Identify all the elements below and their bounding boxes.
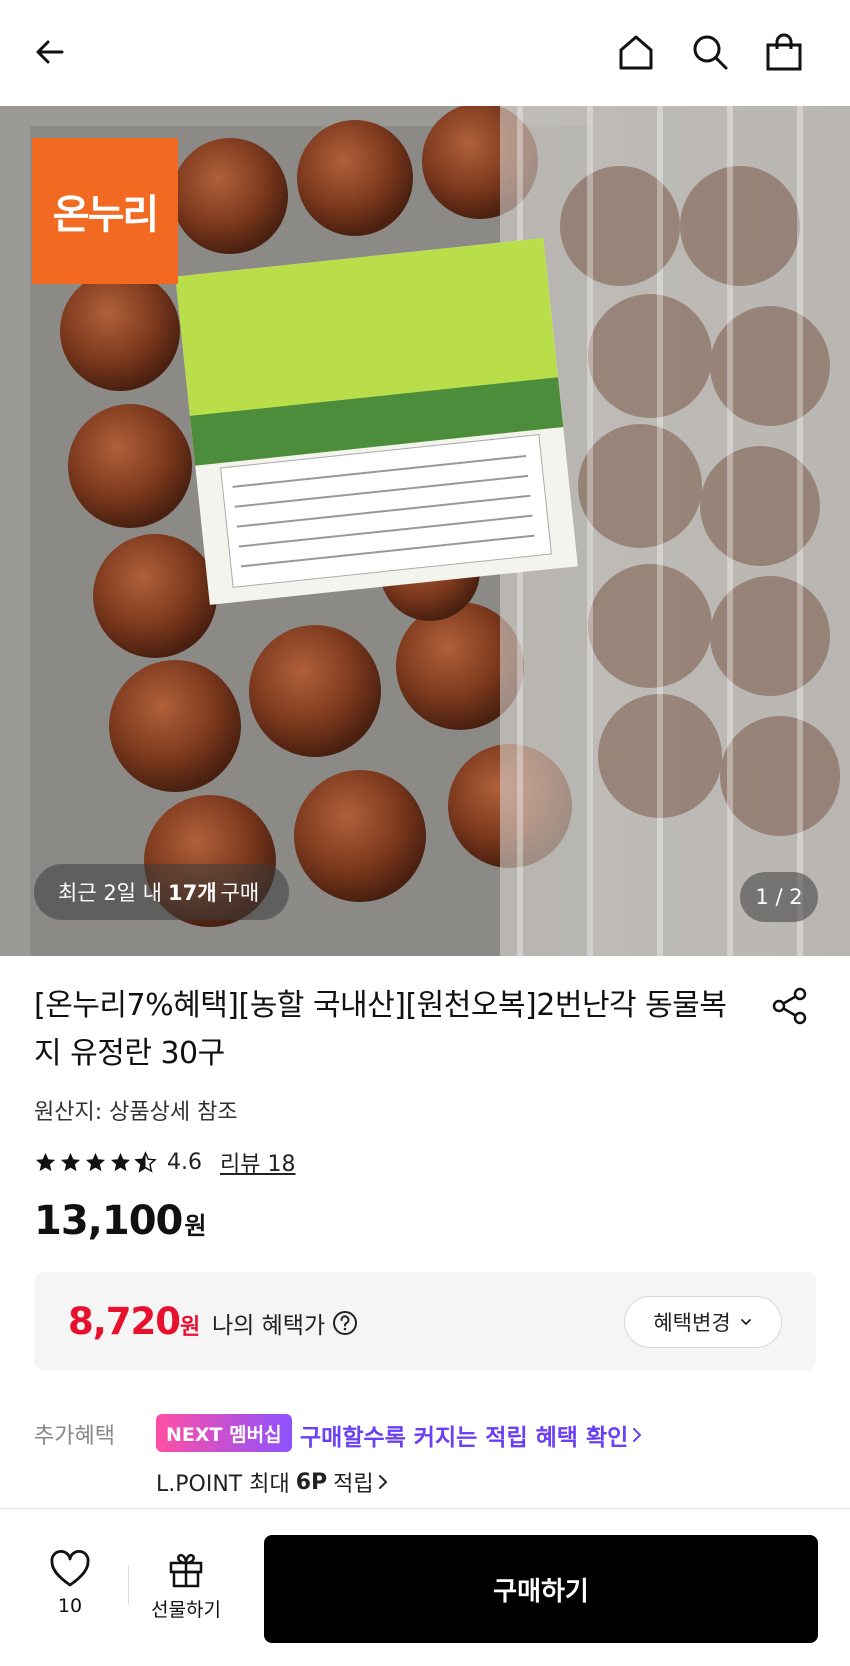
chevron-right-icon xyxy=(633,1428,642,1442)
star-icon xyxy=(35,1152,56,1171)
benefit-change-button[interactable]: 혜택변경 xyxy=(624,1296,782,1348)
benefit-price-box: 8,720원 나의 혜택가 혜택변경 xyxy=(34,1272,816,1370)
image-page-indicator: 1 / 2 xyxy=(740,872,818,922)
home-button[interactable] xyxy=(612,28,660,76)
extra-benefit-label: 추가혜택 xyxy=(34,1424,115,1449)
heart-icon xyxy=(50,1550,90,1587)
arrow-left-icon xyxy=(36,40,64,64)
share-icon xyxy=(772,987,807,1025)
product-price: 13,100원 xyxy=(34,1198,206,1244)
next-membership-link[interactable]: 구매할수록 커지는 적립 혜택 확인 xyxy=(300,1418,646,1452)
star-icon xyxy=(110,1152,131,1171)
top-header xyxy=(0,0,850,106)
brand-badge: 온누리 xyxy=(32,138,178,284)
product-image[interactable]: 온누리 최근 2일 내 17개 구매 1 / 2 xyxy=(0,106,850,956)
next-membership-badge: NEXT 멤버십 xyxy=(156,1414,292,1452)
star-icon xyxy=(60,1152,81,1171)
recent-purchase-badge: 최근 2일 내 17개 구매 xyxy=(34,864,290,920)
shopping-bag-icon xyxy=(766,33,802,71)
gift-button[interactable]: 선물하기 xyxy=(144,1549,228,1622)
home-icon xyxy=(619,35,653,70)
search-icon xyxy=(693,35,728,70)
help-icon[interactable] xyxy=(331,1309,359,1337)
origin-info: 원산지: 상품상세 참조 xyxy=(34,1100,238,1125)
benefit-label: 나의 혜택가 xyxy=(212,1306,359,1340)
star-icon xyxy=(85,1152,106,1171)
share-button[interactable] xyxy=(768,984,812,1028)
search-button[interactable] xyxy=(686,28,734,76)
back-button[interactable] xyxy=(26,28,74,76)
review-link[interactable]: 리뷰 18 xyxy=(220,1146,295,1178)
like-button[interactable]: 10 xyxy=(44,1549,96,1617)
star-half-icon xyxy=(134,1150,157,1173)
chevron-right-icon xyxy=(378,1475,388,1489)
gift-icon xyxy=(169,1553,203,1588)
benefit-price: 8,720원 xyxy=(68,1300,200,1343)
product-title: [온누리7%혜택][농할 국내산][원천오복]2번난각 동물복지 유정란 30구 xyxy=(34,988,727,1071)
lpoint-link[interactable]: L.POINT 최대 6P 적립 xyxy=(156,1466,392,1498)
chevron-down-icon xyxy=(740,1319,751,1326)
divider xyxy=(128,1565,129,1605)
buy-button[interactable]: 구매하기 xyxy=(264,1535,818,1643)
bottom-action-bar: 10 선물하기 구매하기 xyxy=(0,1508,850,1666)
rating-score: 4.6 xyxy=(167,1149,202,1175)
cart-button[interactable] xyxy=(760,28,808,76)
like-count: 10 xyxy=(57,1595,83,1617)
star-rating xyxy=(34,1150,157,1174)
rating-row: 4.6 리뷰 18 xyxy=(34,1146,295,1178)
